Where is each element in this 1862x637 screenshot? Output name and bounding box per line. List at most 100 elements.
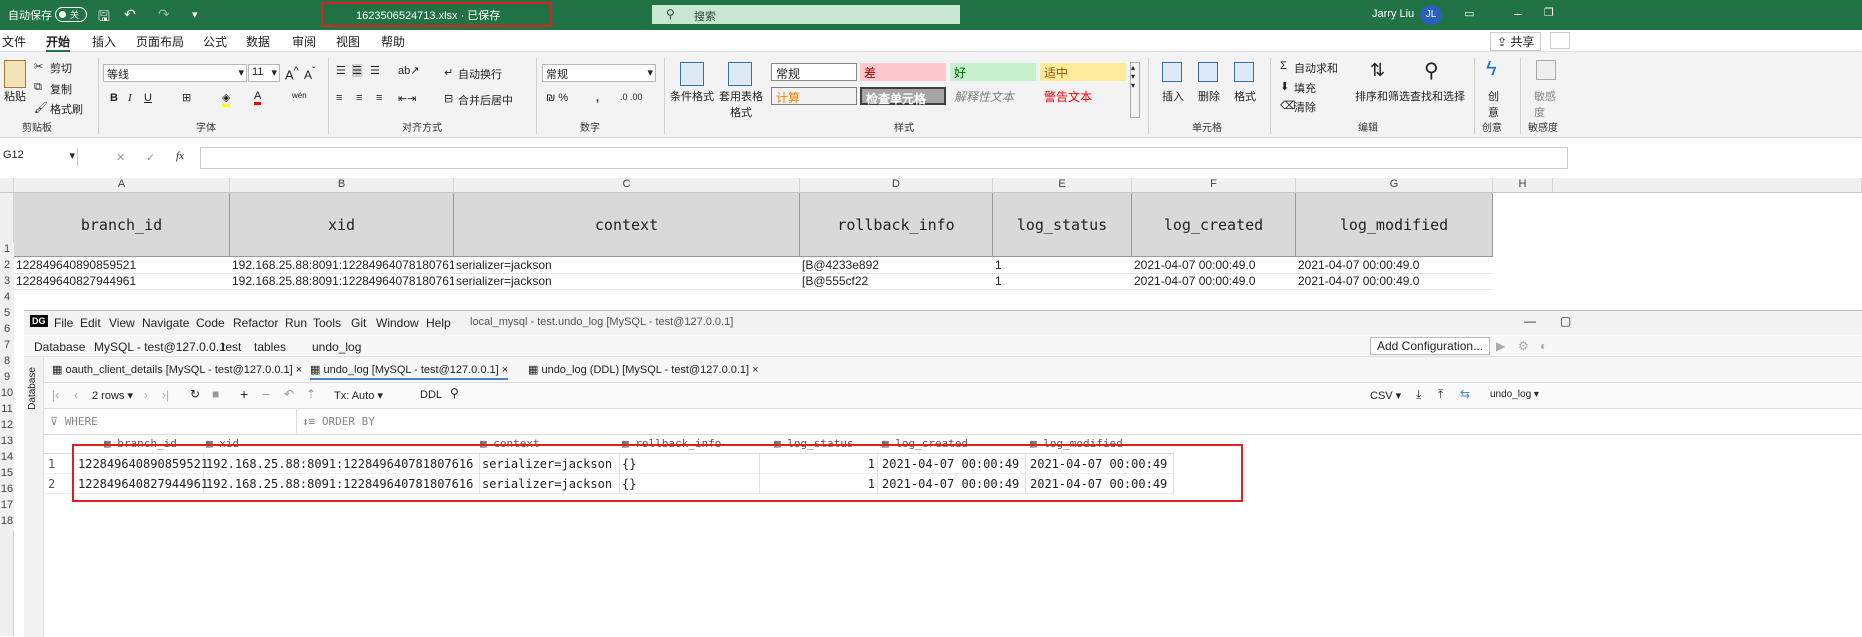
revert-icon[interactable]: ↶ [284, 387, 294, 401]
format-cells-button[interactable]: 格式 [1234, 88, 1256, 104]
column-header[interactable]: B [230, 178, 454, 193]
fill-button[interactable]: 填充 [1294, 80, 1316, 96]
align-left-icon[interactable]: ≡ [336, 92, 342, 104]
menu-file[interactable]: File [54, 316, 73, 330]
conditional-format-icon[interactable] [680, 62, 704, 86]
column-header[interactable]: C [454, 178, 800, 193]
row-header[interactable]: 8 [0, 355, 14, 371]
data-cell[interactable]: 2021-04-07 00:00:49.0 [1296, 258, 1493, 274]
breadcrumb-item[interactable]: tables [254, 340, 286, 354]
copy-icon[interactable]: ⧉ [34, 81, 42, 94]
last-page-icon[interactable]: ›| [162, 388, 169, 402]
add-configuration-button[interactable]: Add Configuration... [1370, 337, 1491, 355]
delete-cells-button[interactable]: 删除 [1198, 88, 1220, 104]
where-filter[interactable]: ⊽ WHERE [50, 415, 98, 428]
tab-insert[interactable]: 插入 [92, 33, 116, 50]
row-header[interactable]: 3 [0, 275, 14, 291]
search-icon[interactable]: ⚲ [450, 386, 459, 400]
column-header[interactable]: A [14, 178, 230, 193]
orientation-icon[interactable]: ab↗ [398, 64, 419, 77]
name-box[interactable]: G12 ▾ [0, 148, 78, 166]
breadcrumb-item[interactable]: undo_log [312, 340, 361, 354]
style-calculation[interactable]: 计算 [771, 87, 857, 105]
header-cell[interactable]: rollback_info [800, 193, 993, 257]
enter-icon[interactable]: ✓ [146, 151, 155, 164]
table-format-button[interactable]: 套用表格格式 [714, 88, 768, 120]
indent-icon[interactable]: ⇤⇥ [398, 92, 416, 105]
row-header[interactable]: 15 [0, 467, 14, 483]
styles-scroll-icon[interactable]: ▴ ▾ ▾ [1130, 62, 1140, 118]
paste-icon[interactable] [4, 60, 26, 88]
row-header[interactable]: 11 [0, 403, 14, 419]
tab-review[interactable]: 审阅 [292, 33, 316, 50]
row-header[interactable]: 1 [0, 243, 14, 257]
style-warning[interactable]: 警告文本 [1040, 87, 1126, 105]
find-select-button[interactable]: 查找和选择 [1410, 88, 1465, 104]
minimize-icon[interactable]: — [1524, 314, 1536, 328]
row-header[interactable]: 13 [0, 435, 14, 451]
search-box[interactable]: ⚲ 搜索 [652, 5, 960, 24]
data-cell[interactable]: 192.168.25.88:8091:122849640781807616 [230, 258, 454, 274]
format-painter-icon[interactable]: 🖌 [34, 101, 48, 114]
align-top-icon[interactable]: ☰ [336, 64, 346, 77]
italic-icon[interactable]: I [128, 92, 132, 104]
row-header[interactable]: 12 [0, 419, 14, 435]
delete-row-icon[interactable]: − [262, 386, 270, 402]
tab-undo-log-ddl[interactable]: ▦ undo_log (DDL) [MySQL - test@127.0.0.1… [528, 363, 759, 376]
tab-oauth-client-details[interactable]: ▦ oauth_client_details [MySQL - test@127… [52, 363, 302, 376]
header-cell[interactable]: log_modified [1296, 193, 1493, 257]
column-header[interactable]: H [1493, 178, 1553, 193]
restore-icon[interactable]: ▢ [1560, 314, 1571, 328]
currency-icon[interactable]: ₪ % [546, 92, 568, 104]
merge-center-button[interactable]: 合并后居中 [458, 92, 513, 108]
row-header[interactable]: 16 [0, 483, 14, 499]
avatar[interactable]: JL [1420, 5, 1442, 25]
menu-edit[interactable]: Edit [80, 316, 101, 330]
close-icon[interactable]: × [752, 364, 758, 376]
underline-icon[interactable]: U [144, 92, 152, 104]
phonetic-icon[interactable]: wén [292, 91, 307, 100]
menu-window[interactable]: Window [376, 316, 419, 330]
column-header[interactable]: F [1132, 178, 1296, 193]
cut-icon[interactable]: ✂ [34, 60, 43, 73]
shrink-font-icon[interactable]: Aˇ [304, 66, 315, 82]
data-cell[interactable]: 2021-04-07 00:00:49.0 [1132, 258, 1296, 274]
row-header[interactable]: 5 [0, 307, 14, 323]
comma-icon[interactable]: , [596, 92, 599, 104]
database-tool-button[interactable]: Database [27, 367, 38, 410]
data-cell[interactable]: 1 [993, 258, 1132, 274]
compare-icon[interactable]: ⇆ [1460, 387, 1470, 401]
ddl-button[interactable]: DDL [420, 389, 442, 401]
autosum-button[interactable]: 自动求和 [1294, 60, 1338, 76]
run-icon[interactable]: ▶ [1496, 339, 1505, 353]
close-icon[interactable]: × [296, 364, 302, 376]
sort-filter-button[interactable]: 排序和筛选 [1355, 88, 1410, 104]
row-header[interactable]: 17 [0, 499, 14, 515]
clear-button[interactable]: 清除 [1294, 99, 1316, 115]
breadcrumb-item[interactable]: MySQL - test@127.0.0.1 [94, 340, 226, 354]
row-header[interactable]: 6 [0, 323, 14, 339]
refresh-icon[interactable]: ↻ [190, 387, 200, 401]
table-select[interactable]: undo_log ▾ [1490, 389, 1539, 400]
row-header[interactable]: 10 [0, 387, 14, 403]
menu-run[interactable]: Run [285, 316, 307, 330]
comments-button[interactable] [1550, 32, 1570, 49]
sensitivity-button[interactable]: 敏感度 [1534, 88, 1558, 120]
menu-help[interactable]: Help [426, 316, 451, 330]
ribbon-display-icon[interactable]: ▭ [1464, 7, 1474, 20]
menu-view[interactable]: View [109, 316, 135, 330]
order-by-filter[interactable]: ↕≡ ORDER BY [302, 415, 375, 428]
style-normal[interactable]: 常规 [771, 63, 857, 81]
menu-tools[interactable]: Tools [313, 316, 341, 330]
align-center-icon[interactable]: ≡ [356, 92, 362, 104]
align-right-icon[interactable]: ≡ [376, 92, 382, 104]
tab-home[interactable]: 开始 [46, 33, 71, 52]
style-bad[interactable]: 差 [860, 63, 946, 81]
cancel-icon[interactable]: ✕ [116, 151, 125, 164]
undo-icon[interactable]: ↶ [124, 6, 136, 23]
number-format-select[interactable]: 常规 ▾ [542, 64, 656, 82]
align-bottom-icon[interactable]: ☰ [370, 64, 380, 77]
stop-icon[interactable]: ■ [212, 387, 219, 401]
row-header[interactable]: 9 [0, 371, 14, 387]
row-header[interactable]: 18 [0, 515, 14, 531]
